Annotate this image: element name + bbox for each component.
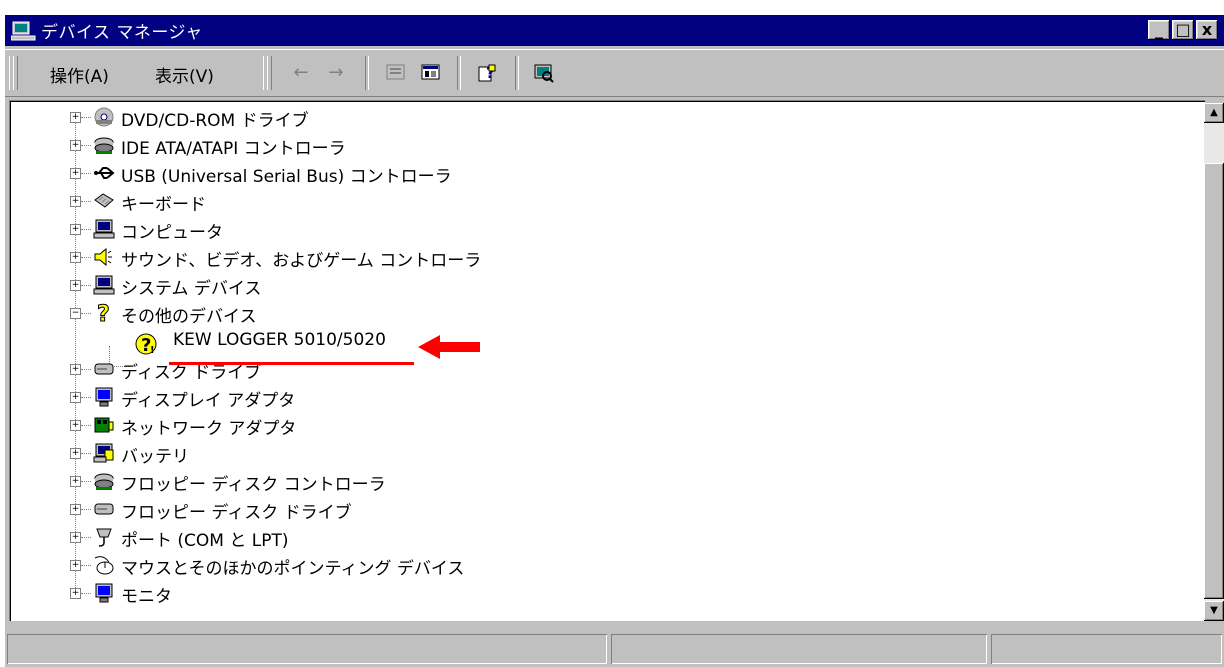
port-icon: [93, 526, 115, 548]
title-bar[interactable]: デバイス マネージャ _ □ x: [5, 15, 1224, 46]
minimize-icon: _: [1155, 20, 1163, 39]
expand-toggle[interactable]: +: [70, 196, 81, 207]
floppy-drive-icon: [93, 498, 115, 520]
toolbar: 操作(A) 表示(V) ← → ?: [5, 49, 1224, 97]
view-icon[interactable]: [420, 63, 442, 83]
close-icon: x: [1201, 20, 1213, 39]
menu-action[interactable]: 操作(A): [50, 62, 109, 87]
network-adapter-icon: [93, 414, 115, 436]
tree-item-label: KEW LOGGER 5010/5020: [173, 330, 386, 350]
scan-hardware-icon[interactable]: [533, 63, 555, 83]
back-arrow-icon[interactable]: ←: [290, 63, 312, 83]
expand-toggle[interactable]: +: [70, 280, 81, 291]
tree-item-label: DVD/CD-ROM ドライブ: [121, 111, 309, 131]
device-tree[interactable]: + DVD/CD-ROM ドライブ + IDE ATA/ATAPI コントローラ…: [9, 100, 1205, 621]
scroll-up-icon: ▲: [1210, 107, 1218, 118]
battery-icon: [93, 442, 115, 464]
tree-item-label: ネットワーク アダプタ: [121, 419, 297, 439]
close-button[interactable]: x: [1196, 20, 1218, 40]
tree-item-label: サウンド、ビデオ、およびゲーム コントローラ: [121, 251, 482, 271]
expand-toggle[interactable]: +: [70, 168, 81, 179]
help-icon[interactable]: ?: [477, 63, 499, 83]
scroll-down-icon: ▼: [1210, 605, 1218, 616]
expand-toggle[interactable]: +: [70, 532, 81, 543]
toolbar-separator: [365, 56, 369, 90]
tree-item-label: システム デバイス: [121, 279, 262, 299]
tree-item-label: バッテリ: [121, 447, 189, 467]
vertical-scrollbar[interactable]: ▲ ▼: [1204, 103, 1224, 621]
system-device-icon: [93, 274, 115, 296]
svg-text:!: !: [150, 345, 155, 355]
maximize-button[interactable]: □: [1172, 20, 1194, 40]
computer-icon: [93, 218, 115, 240]
expand-toggle[interactable]: +: [70, 364, 81, 375]
highlight-arrow-icon: [418, 335, 480, 359]
expand-toggle[interactable]: +: [70, 224, 81, 235]
expand-toggle[interactable]: +: [70, 504, 81, 515]
toolbar-grip-2[interactable]: [13, 56, 18, 90]
minimize-button[interactable]: _: [1148, 20, 1170, 40]
svg-text:?: ?: [97, 302, 110, 324]
highlight-underline: [169, 362, 414, 365]
expand-toggle[interactable]: +: [70, 112, 81, 123]
status-bar: [5, 631, 1224, 667]
unknown-device-warning-icon: ?!: [133, 331, 157, 356]
device-manager-icon: [10, 20, 37, 42]
expand-toggle[interactable]: +: [70, 560, 81, 571]
scroll-down-button[interactable]: ▼: [1204, 601, 1224, 621]
window-title: デバイス マネージャ: [41, 23, 203, 43]
display-adapter-icon: [93, 386, 115, 408]
scroll-up-button[interactable]: ▲: [1204, 103, 1224, 123]
menu-view[interactable]: 表示(V): [155, 62, 214, 87]
tree-item-label: コンピュータ: [121, 223, 223, 243]
tree-root-line: [75, 116, 76, 596]
tree-item-label: フロッピー ディスク コントローラ: [121, 475, 386, 495]
status-pane-2: [611, 634, 987, 664]
dvd-drive-icon: [93, 106, 115, 128]
toolbar-separator-3: [515, 56, 519, 90]
floppy-controller-icon: [93, 470, 115, 492]
usb-icon: [93, 162, 115, 184]
tree-item-label: その他のデバイス: [121, 307, 257, 327]
expand-toggle[interactable]: +: [70, 448, 81, 459]
forward-arrow-icon[interactable]: →: [325, 63, 347, 83]
keyboard-icon: [93, 190, 115, 212]
toolbar-separator-2: [457, 56, 461, 90]
tree-item-label: ポート (COM と LPT): [121, 531, 289, 551]
speaker-icon: [93, 246, 115, 268]
status-pane-1: [7, 634, 607, 664]
expand-toggle[interactable]: +: [70, 140, 81, 151]
disk-drive-icon: [93, 358, 115, 380]
tree-item-label: モニタ: [121, 587, 172, 607]
expand-toggle[interactable]: +: [70, 588, 81, 599]
properties-icon[interactable]: [385, 63, 407, 83]
tree-item-label: ディスプレイ アダプタ: [121, 391, 296, 411]
scroll-thumb[interactable]: [1204, 163, 1224, 599]
tree-item-label: USB (Universal Serial Bus) コントローラ: [121, 167, 452, 187]
tree-item-label: キーボード: [121, 195, 206, 215]
tree-item-label: IDE ATA/ATAPI コントローラ: [121, 139, 346, 159]
expand-toggle[interactable]: +: [70, 392, 81, 403]
mouse-icon: [93, 554, 115, 576]
maximize-icon: □: [1175, 20, 1191, 39]
toolbar-grip-4[interactable]: [267, 56, 272, 90]
status-pane-3: [991, 634, 1222, 664]
unknown-device-icon: ?: [93, 302, 115, 328]
expand-toggle[interactable]: +: [70, 252, 81, 263]
expand-toggle[interactable]: +: [70, 476, 81, 487]
expand-toggle[interactable]: +: [70, 420, 81, 431]
collapse-toggle[interactable]: −: [70, 308, 81, 319]
monitor-icon: [93, 582, 115, 604]
tree-item-label: マウスとそのほかのポインティング デバイス: [121, 559, 465, 579]
device-manager-window: デバイス マネージャ _ □ x 操作(A) 表示(V) ← → ? + DVD…: [5, 15, 1224, 667]
ide-controller-icon: [93, 134, 115, 156]
tree-item-label: フロッピー ディスク ドライブ: [121, 503, 352, 523]
